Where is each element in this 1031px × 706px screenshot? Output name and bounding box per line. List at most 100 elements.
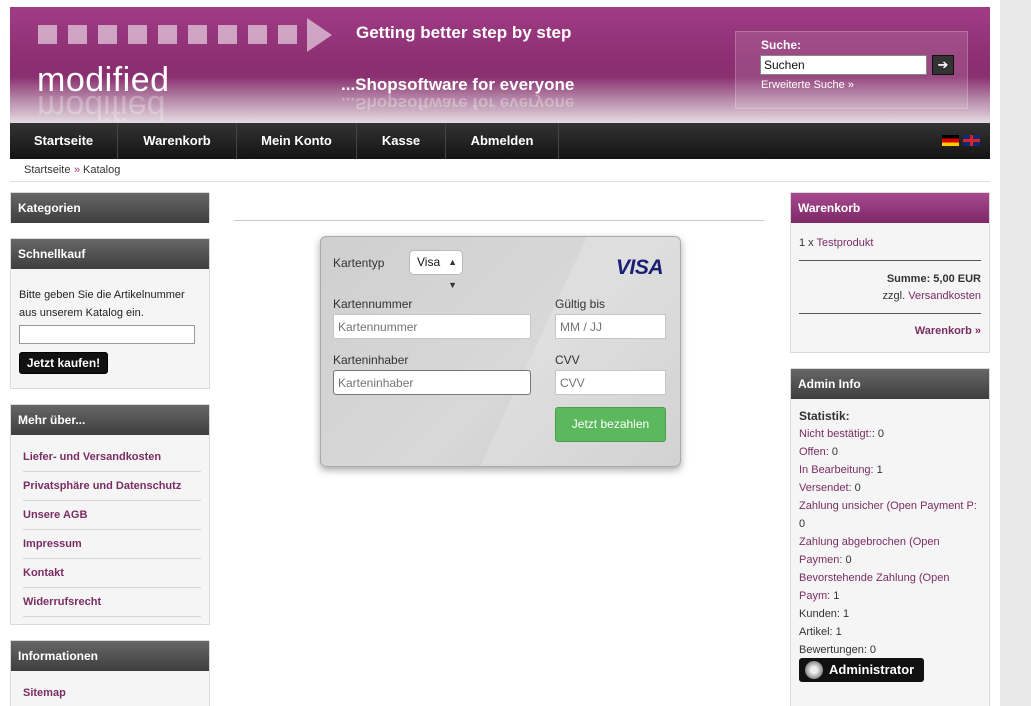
decor-square [188, 25, 207, 44]
stat-row: Bevorstehende Zahlung (Open [799, 571, 949, 585]
decor-square [98, 25, 117, 44]
link-shipping-costs[interactable]: Liefer- und Versandkosten [23, 451, 161, 463]
stats-title: Statistik: [799, 409, 850, 423]
more-about-box: Mehr über... Liefer- und Versandkosten P… [10, 404, 210, 625]
divider [23, 471, 201, 472]
cart-shipping-prefix: zzgl. [882, 290, 909, 302]
stat-link[interactable]: Zahlung abgebrochen (Open [799, 536, 940, 548]
stat-row: Offen: 0 [799, 445, 838, 459]
more-about-title: Mehr über... [11, 405, 209, 435]
stat-value: 0 [799, 518, 806, 530]
advanced-search-link[interactable]: Erweiterte Suche » [761, 79, 854, 91]
nav-warenkorb[interactable]: Warenkorb [118, 123, 237, 159]
card-holder-input[interactable] [333, 370, 531, 395]
scroll-gutter [1000, 0, 1031, 706]
search-button[interactable]: ➔ [932, 55, 954, 75]
stat-value: 0 [842, 554, 852, 566]
stat-link[interactable]: Nicht bestätigt: [799, 428, 872, 440]
card-number-input[interactable] [333, 314, 531, 339]
stat-row: Paym: 1 [799, 589, 839, 603]
expiry-input[interactable] [555, 314, 666, 339]
stat-articles: Artikel: 1 [799, 626, 842, 638]
stat-row: Paymen: 0 [799, 553, 852, 567]
search-input[interactable] [760, 55, 927, 75]
decor-square [278, 25, 297, 44]
cart-shipping: zzgl. Versandkosten [883, 290, 981, 302]
cart-item-qty: 1 x [799, 237, 817, 249]
cvv-input[interactable] [555, 370, 666, 395]
breadcrumb-current[interactable]: Katalog [83, 164, 120, 176]
stat-row: Nicht bestätigt:: 0 [799, 427, 884, 441]
cart-link[interactable]: Warenkorb » [915, 325, 981, 337]
stat-link[interactable]: Paymen: [799, 554, 842, 566]
slogan-top: Getting better step by step [356, 23, 572, 42]
administrator-button[interactable]: Administrator [799, 658, 924, 682]
link-withdrawal[interactable]: Widerrufsrecht [23, 596, 101, 608]
pay-now-button[interactable]: Jetzt bezahlen [555, 407, 666, 442]
breadcrumb: Startseite » Katalog [10, 159, 990, 182]
stat-row: Versendet: 0 [799, 481, 861, 495]
stat-value: 0 [851, 482, 861, 494]
nav-mein-konto[interactable]: Mein Konto [237, 123, 357, 159]
decor-square [68, 25, 87, 44]
card-type-select[interactable]: Visa ▲ ▼ [409, 250, 463, 290]
quickbuy-text-line2: aus unserem Katalog ein. [19, 307, 144, 319]
header-banner: modified modified Getting better step by… [10, 7, 990, 123]
divider [799, 260, 981, 261]
stat-reviews: Bewertungen: 0 [799, 644, 877, 656]
admin-info-box: Admin Info Statistik: Nicht bestätigt:: … [790, 368, 990, 706]
stat-link[interactable]: Bevorstehende Zahlung (Open [799, 572, 949, 584]
article-number-input[interactable] [19, 325, 195, 344]
information-title: Informationen [11, 641, 209, 671]
shipping-costs-link[interactable]: Versandkosten [908, 290, 981, 302]
cart-box: Warenkorb 1 x Testprodukt Summe: 5,00 EU… [790, 192, 990, 353]
divider [23, 558, 201, 559]
slogan-reflection: ...Shopsoftware for everyone [341, 94, 575, 113]
stat-value: 1 [873, 464, 883, 476]
stat-link[interactable]: Zahlung unsicher (Open Payment P: [799, 500, 977, 512]
divider [23, 587, 201, 588]
stat-link[interactable]: In Bearbeitung: [799, 464, 874, 476]
link-privacy[interactable]: Privatsphäre und Datenschutz [23, 480, 181, 492]
card-number-label: Kartennummer [333, 297, 413, 311]
link-sitemap[interactable]: Sitemap [23, 687, 66, 699]
flag-en-icon[interactable] [963, 135, 980, 146]
quickbuy-text-line1: Bitte geben Sie die Artikelnummer [19, 289, 185, 301]
stat-customers: Kunden: 1 [799, 608, 850, 620]
quickbuy-title: Schnellkauf [11, 239, 209, 269]
link-imprint[interactable]: Impressum [23, 538, 82, 550]
decor-square [248, 25, 267, 44]
card-holder-label: Karteninhaber [333, 353, 409, 367]
decor-square [158, 25, 177, 44]
decor-square [218, 25, 237, 44]
cart-item-product[interactable]: Testprodukt [817, 237, 874, 249]
decor-square [128, 25, 147, 44]
stat-value: 0 [828, 446, 838, 458]
information-box: Informationen Sitemap [10, 640, 210, 706]
breadcrumb-separator: » [74, 164, 81, 176]
stat-row: Zahlung unsicher (Open Payment P: [799, 499, 977, 513]
nav-kasse[interactable]: Kasse [357, 123, 446, 159]
cvv-label: CVV [555, 353, 580, 367]
nav-abmelden[interactable]: Abmelden [446, 123, 559, 159]
flag-de-icon[interactable] [942, 135, 959, 146]
cart-sum: Summe: 5,00 EUR [886, 273, 981, 285]
link-contact[interactable]: Kontakt [23, 567, 64, 579]
expiry-label: Gültig bis [555, 297, 606, 311]
nav-startseite[interactable]: Startseite [10, 123, 118, 159]
breadcrumb-home[interactable]: Startseite [24, 164, 70, 176]
content-divider [234, 220, 764, 221]
stat-link[interactable]: Offen: [799, 446, 829, 458]
cart-title: Warenkorb [791, 193, 989, 223]
stat-link[interactable]: Versendet: [799, 482, 852, 494]
link-terms[interactable]: Unsere AGB [23, 509, 87, 521]
stat-value: 1 [830, 590, 840, 602]
visa-logo: VISA [616, 256, 664, 279]
card-type-label: Kartentyp [333, 256, 385, 270]
main-nav: Startseite Warenkorb Mein Konto Kasse Ab… [10, 123, 990, 159]
logo-reflection: modified [37, 88, 166, 123]
buy-now-button[interactable]: Jetzt kaufen! [19, 352, 108, 374]
divider [23, 500, 201, 501]
slogan-bottom: ...Shopsoftware for everyone [341, 75, 575, 94]
stat-link[interactable]: Paym: [799, 590, 830, 602]
